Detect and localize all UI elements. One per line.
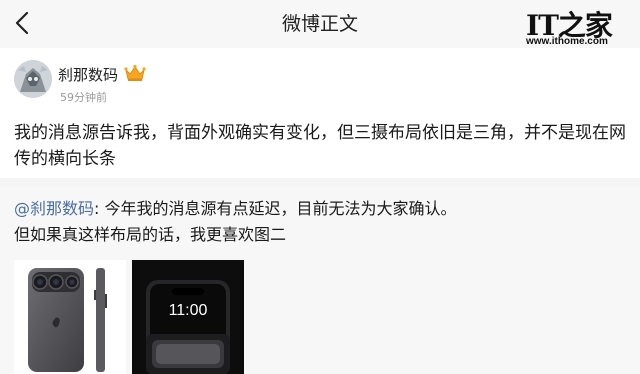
repost-line-2: 但如果真这样布局的话，我更喜欢图二 xyxy=(14,225,287,244)
site-watermark: IT之家 www.ithome.com xyxy=(526,4,636,52)
repost-image-2[interactable]: 11:00 xyxy=(132,260,244,374)
author-name[interactable]: 刹那数码 xyxy=(58,64,118,85)
crown-badge-icon xyxy=(124,64,146,81)
avatar[interactable] xyxy=(14,60,52,98)
avatar-image xyxy=(14,60,52,98)
phone-render-back xyxy=(28,268,107,372)
watermark-url: www.ithome.com xyxy=(526,36,608,47)
repost-image-1[interactable] xyxy=(14,260,126,374)
post-timestamp: 59分钟前 xyxy=(60,91,107,104)
phone-render-front: 11:00 xyxy=(132,260,244,374)
clock-text: 11:00 xyxy=(169,302,208,319)
divider xyxy=(0,178,640,186)
repost-line-1: @刹那数码: 今年我的消息源有点延迟，目前无法为大家确认。 xyxy=(14,198,457,220)
repost-text-1: : 今年我的消息源有点延迟，目前无法为大家确认。 xyxy=(94,199,457,218)
post-text: 我的消息源告诉我，背面外观确实有变化，但三摄布局依旧是三角，并不是现在网传的横向… xyxy=(14,123,626,169)
mention-link[interactable]: @刹那数码 xyxy=(14,199,94,218)
repost-card[interactable]: @刹那数码: 今年我的消息源有点延迟，目前无法为大家确认。 但如果真这样布局的话… xyxy=(0,186,640,374)
